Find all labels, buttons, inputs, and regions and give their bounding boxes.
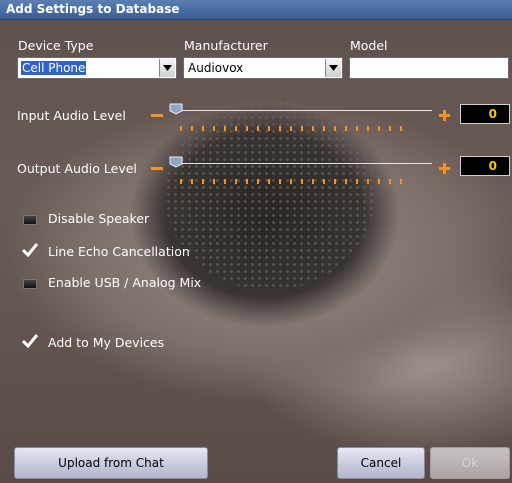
input-audio-track[interactable] (170, 110, 432, 111)
tick-mark (191, 179, 193, 184)
tick-mark (356, 126, 358, 131)
input-audio-value-box: 0 (460, 104, 510, 124)
line-echo-label: Line Echo Cancellation (48, 244, 190, 259)
upload-button-label: Upload from Chat (58, 456, 164, 470)
usb-mix-checkbox[interactable] (23, 279, 37, 289)
tick-mark (279, 126, 281, 131)
tick-mark (334, 126, 336, 131)
disable-speaker-label: Disable Speaker (48, 211, 150, 226)
add-devices-checkbox[interactable] (22, 334, 38, 348)
chevron-down-icon[interactable] (325, 59, 341, 77)
model-label: Model (350, 38, 388, 53)
output-audio-slider-thumb[interactable] (169, 156, 183, 168)
tick-mark (334, 179, 336, 184)
manufacturer-label: Manufacturer (184, 38, 268, 53)
device-type-value: Cell Phone (21, 61, 87, 75)
tick-mark (180, 126, 182, 131)
input-audio-label: Input Audio Level (17, 108, 126, 123)
usb-mix-label: Enable USB / Analog Mix (48, 275, 202, 290)
plus-icon-vertical (443, 110, 446, 121)
window-title: Add Settings to Database (6, 2, 180, 16)
ok-button[interactable]: Ok (430, 447, 510, 479)
tick-mark (257, 126, 259, 131)
tick-mark (257, 179, 259, 184)
tick-mark (323, 179, 325, 184)
add-settings-dialog: Add Settings to Database Device Type Man… (0, 0, 512, 483)
tick-mark (312, 126, 314, 131)
upload-from-chat-button[interactable]: Upload from Chat (14, 447, 208, 479)
manufacturer-select[interactable]: Audiovox (183, 57, 343, 79)
tick-mark (213, 126, 215, 131)
tick-mark (323, 126, 325, 131)
tick-mark (290, 179, 292, 184)
tick-mark (202, 126, 204, 131)
tick-mark (400, 126, 402, 131)
output-audio-value: 0 (488, 159, 497, 173)
line-echo-checkbox[interactable] (22, 243, 38, 257)
output-audio-label: Output Audio Level (17, 161, 137, 176)
cancel-button-label: Cancel (360, 456, 402, 470)
output-audio-value-box: 0 (460, 156, 510, 176)
chevron-down-icon[interactable] (159, 59, 175, 77)
tick-mark (345, 126, 347, 131)
tick-mark (312, 179, 314, 184)
title-bar: Add Settings to Database (0, 0, 512, 20)
tick-mark (345, 179, 347, 184)
tick-mark (400, 179, 402, 184)
input-audio-slider-thumb[interactable] (169, 103, 183, 115)
add-devices-label: Add to My Devices (48, 335, 165, 350)
tick-mark (301, 126, 303, 131)
tick-mark (246, 126, 248, 131)
tick-mark (389, 126, 391, 131)
tick-mark (268, 179, 270, 184)
tick-mark (290, 126, 292, 131)
disable-speaker-checkbox[interactable] (23, 215, 37, 225)
tick-mark (378, 179, 380, 184)
tick-mark (367, 126, 369, 131)
minus-icon[interactable] (151, 167, 163, 170)
output-audio-track[interactable] (170, 163, 432, 164)
plus-icon-vertical (443, 163, 446, 174)
tick-mark (224, 126, 226, 131)
tick-mark (367, 179, 369, 184)
tick-mark (378, 126, 380, 131)
tick-mark (279, 179, 281, 184)
tick-mark (301, 179, 303, 184)
ok-button-label: Ok (461, 456, 479, 470)
tick-mark (191, 126, 193, 131)
output-audio-ticks (180, 179, 405, 185)
manufacturer-value: Audiovox (188, 61, 244, 75)
model-input[interactable] (349, 57, 509, 79)
tick-mark (235, 179, 237, 184)
tick-mark (389, 179, 391, 184)
tick-mark (246, 179, 248, 184)
tick-mark (356, 179, 358, 184)
tick-mark (224, 179, 226, 184)
cancel-button[interactable]: Cancel (337, 447, 425, 479)
input-audio-ticks (180, 126, 405, 132)
tick-mark (235, 126, 237, 131)
tick-mark (180, 179, 182, 184)
minus-icon[interactable] (151, 114, 163, 117)
tick-mark (268, 126, 270, 131)
tick-mark (202, 179, 204, 184)
device-type-select[interactable]: Cell Phone (17, 57, 177, 79)
tick-mark (213, 179, 215, 184)
device-type-label: Device Type (18, 38, 94, 53)
input-audio-value: 0 (488, 107, 497, 121)
